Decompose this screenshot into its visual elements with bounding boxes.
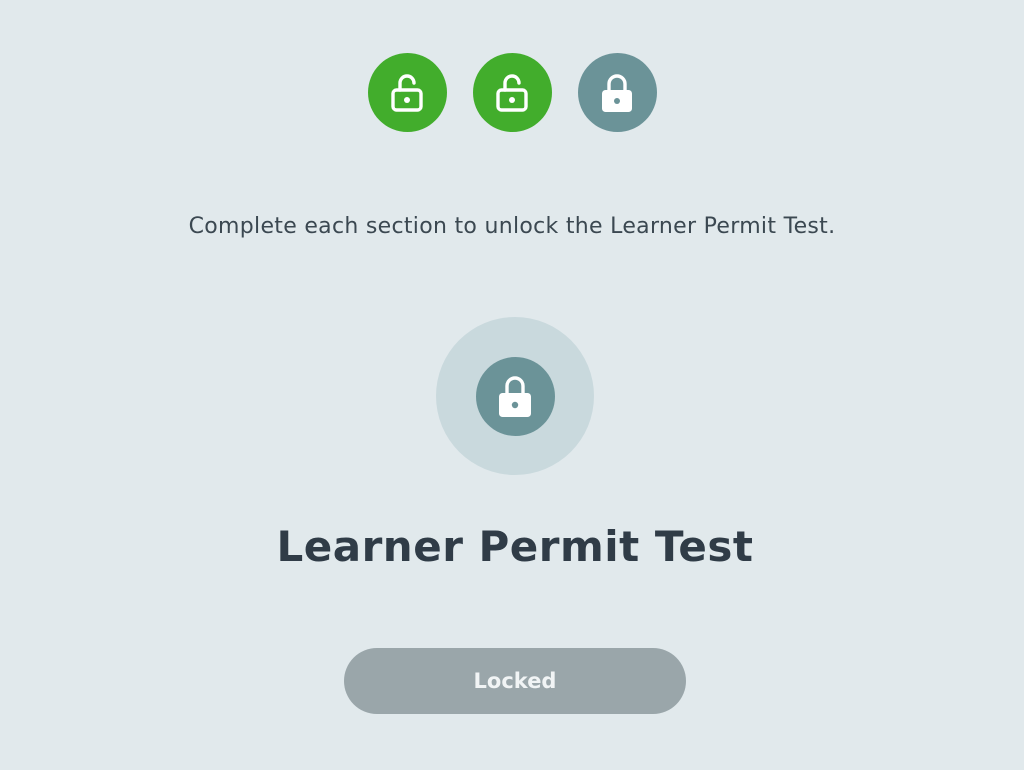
section-3-locked-badge bbox=[577, 53, 657, 132]
padlock-icon bbox=[602, 73, 632, 112]
unlock-instruction-text: Complete each section to unlock the Lear… bbox=[188, 214, 836, 239]
locked-button[interactable]: Locked bbox=[344, 648, 686, 714]
test-lock-badge bbox=[475, 356, 555, 436]
section-progress bbox=[0, 53, 1024, 132]
unlocked-padlock-icon bbox=[496, 73, 528, 112]
test-lock-halo bbox=[436, 317, 594, 475]
padlock-icon bbox=[499, 376, 531, 417]
unlocked-padlock-icon bbox=[391, 73, 423, 112]
test-title: Learner Permit Test bbox=[276, 522, 754, 571]
section-2-unlocked-badge bbox=[472, 53, 552, 132]
section-1-unlocked-badge bbox=[367, 53, 447, 132]
